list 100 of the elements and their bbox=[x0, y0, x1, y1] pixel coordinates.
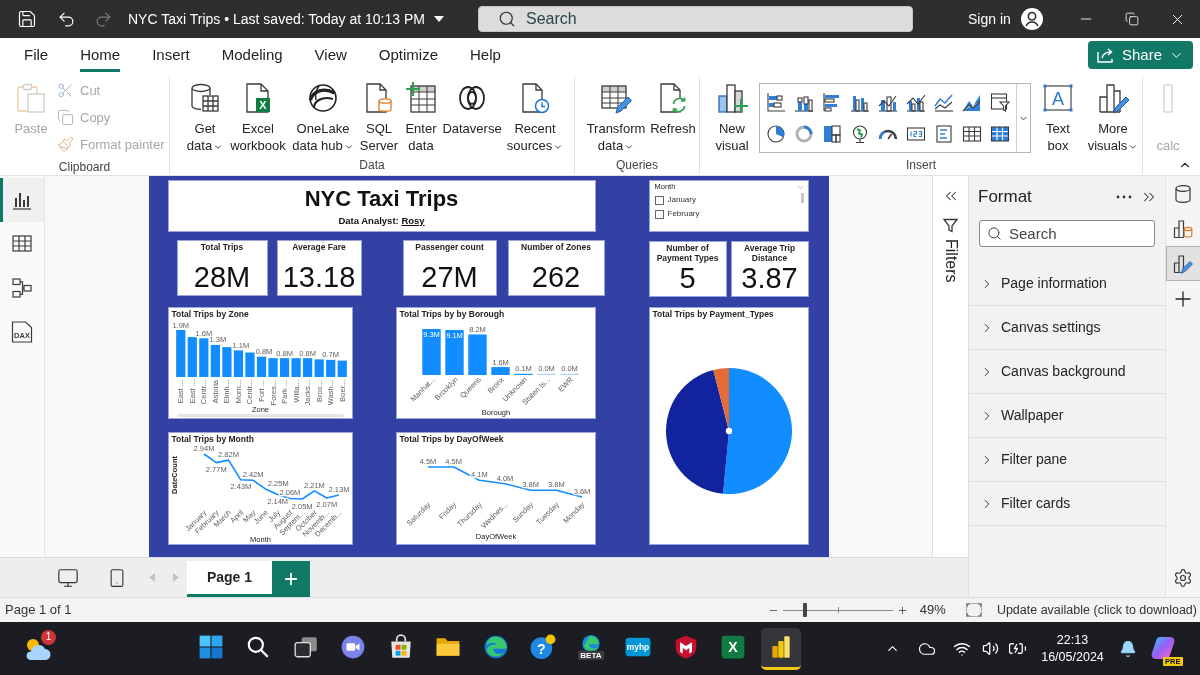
chart-title: Total Trips by by Borough bbox=[398, 308, 506, 320]
report-view-button[interactable] bbox=[0, 178, 44, 222]
transform-data-button[interactable]: Transform data bbox=[585, 77, 647, 154]
card-label: Total Trips bbox=[199, 242, 245, 252]
scrollbar[interactable] bbox=[800, 193, 804, 203]
spreadsheet-icon: X bbox=[720, 634, 747, 660]
zoom-in-icon[interactable] bbox=[896, 604, 908, 616]
checkbox[interactable] bbox=[654, 209, 664, 219]
add-page-button[interactable] bbox=[272, 561, 310, 597]
pie-chart-icon[interactable] bbox=[766, 124, 786, 144]
bell-icon[interactable] bbox=[1118, 639, 1137, 658]
help-app-button[interactable]: ? bbox=[523, 627, 564, 670]
card-value: 3.87 bbox=[741, 264, 798, 293]
chart-title: Total Trips by Zone bbox=[170, 308, 250, 320]
menu-tab[interactable]: Help bbox=[470, 38, 501, 72]
card-label: Average Fare bbox=[291, 242, 347, 252]
option-label[interactable]: February bbox=[667, 208, 700, 220]
restore-icon[interactable] bbox=[1124, 12, 1139, 26]
card-value: 262 bbox=[531, 263, 581, 292]
menu-tab[interactable]: File bbox=[24, 38, 49, 72]
recent-sources-button[interactable]: Recent sources bbox=[505, 77, 565, 154]
file-clock-icon bbox=[519, 82, 551, 114]
treemap-icon[interactable] bbox=[822, 124, 842, 144]
volume-icon[interactable] bbox=[981, 640, 999, 657]
menu-tab[interactable]: Modeling bbox=[221, 38, 283, 72]
search-field[interactable]: Search bbox=[478, 6, 913, 32]
analyst-link[interactable]: Rosy bbox=[401, 215, 425, 226]
sign-in-link[interactable]: Sign in bbox=[968, 8, 1011, 30]
line-column-chart-icon[interactable] bbox=[906, 92, 926, 112]
chart-title: Total Trips by DayOfWeek bbox=[398, 433, 505, 445]
slider-thumb[interactable] bbox=[802, 603, 807, 617]
card-value: 13.18 bbox=[282, 263, 356, 292]
desktop-icon[interactable] bbox=[57, 566, 79, 589]
card-value: 5 bbox=[679, 264, 696, 293]
dataverse-button[interactable]: Dataverse bbox=[442, 77, 502, 137]
bar bbox=[256, 356, 266, 377]
filters-label[interactable]: Filters bbox=[938, 239, 963, 283]
chart-brush-icon bbox=[1173, 253, 1193, 274]
more-visuals-button[interactable]: More visuals bbox=[1085, 77, 1141, 154]
line-chart-icon[interactable] bbox=[934, 92, 954, 112]
group-label: Clipboard bbox=[58, 158, 111, 176]
model-icon bbox=[11, 277, 33, 299]
zoom-slider[interactable] bbox=[782, 603, 893, 617]
stacked-bar-chart-icon[interactable] bbox=[766, 92, 786, 112]
refresh-button[interactable]: Refresh bbox=[650, 77, 696, 137]
scrollbar[interactable] bbox=[176, 414, 344, 417]
option-label[interactable]: January bbox=[667, 194, 696, 206]
menu-tab[interactable]: Optimize bbox=[378, 38, 438, 72]
text-box-icon: A bbox=[1042, 82, 1074, 114]
fit-to-page-icon[interactable] bbox=[965, 603, 982, 617]
caret-icon[interactable] bbox=[434, 16, 444, 22]
table-icon bbox=[11, 233, 33, 255]
globe-icon[interactable] bbox=[850, 124, 870, 144]
sql-server-button[interactable]: SQL Server bbox=[358, 77, 400, 154]
list-icon[interactable] bbox=[934, 124, 954, 144]
data-hub-button[interactable]: OneLake data hub bbox=[291, 77, 355, 154]
menu-tab[interactable]: View bbox=[314, 38, 347, 72]
bar bbox=[279, 358, 289, 377]
clock-date[interactable]: 16/05/2024 bbox=[1041, 648, 1104, 666]
search-field[interactable]: Search bbox=[979, 220, 1155, 247]
donut-chart-icon[interactable] bbox=[794, 124, 814, 144]
task-view-icon bbox=[292, 634, 319, 660]
excel-workbook-button[interactable]: X Excel workbook bbox=[228, 77, 288, 154]
report-title: NYC Taxi Trips bbox=[304, 188, 459, 210]
table-icon[interactable] bbox=[962, 124, 982, 144]
table-pencil-icon bbox=[600, 82, 632, 114]
enter-data-button[interactable]: Enter data bbox=[403, 77, 439, 154]
bar bbox=[244, 352, 255, 377]
clipboard-icon bbox=[15, 82, 47, 114]
bar bbox=[233, 350, 243, 377]
bar bbox=[175, 330, 185, 377]
page-tab[interactable]: Page 1 bbox=[187, 561, 272, 597]
matrix-icon[interactable] bbox=[990, 124, 1010, 144]
chart-title: Total Trips by Month bbox=[170, 433, 255, 445]
card-label: Average Trip Distance bbox=[742, 243, 797, 263]
get-data-button[interactable]: Get data bbox=[185, 77, 225, 154]
clock-time[interactable]: 22:13 bbox=[1056, 631, 1089, 649]
menu-tab[interactable]: Insert bbox=[152, 38, 190, 72]
bar bbox=[467, 334, 487, 375]
text-box-button[interactable]: A Text box bbox=[1039, 77, 1077, 154]
chart-title: Total Trips by Payment_Types bbox=[651, 308, 775, 320]
checkbox[interactable] bbox=[654, 195, 664, 205]
search-icon bbox=[987, 226, 1002, 241]
avatar-icon[interactable] bbox=[1020, 8, 1043, 30]
share-button[interactable]: Share bbox=[1087, 41, 1193, 69]
bar-chart-icon[interactable] bbox=[822, 92, 842, 112]
update-link[interactable]: Update available (click to download) bbox=[996, 600, 1197, 620]
spreadsheet-app-button[interactable]: X bbox=[713, 627, 754, 670]
new-visual-button[interactable]: New visual bbox=[713, 77, 751, 154]
bar bbox=[187, 337, 197, 377]
report-app-button[interactable] bbox=[760, 627, 801, 670]
card-icon[interactable] bbox=[906, 124, 926, 144]
settings-icon[interactable] bbox=[1173, 568, 1193, 588]
format-pane-button[interactable] bbox=[1165, 246, 1200, 281]
slicer-icon[interactable] bbox=[990, 92, 1010, 112]
save-icon[interactable] bbox=[17, 9, 37, 29]
sphere-icon bbox=[307, 82, 339, 114]
more-options-icon[interactable] bbox=[1116, 195, 1132, 199]
refresh-icon bbox=[657, 82, 689, 114]
bar bbox=[337, 360, 347, 377]
